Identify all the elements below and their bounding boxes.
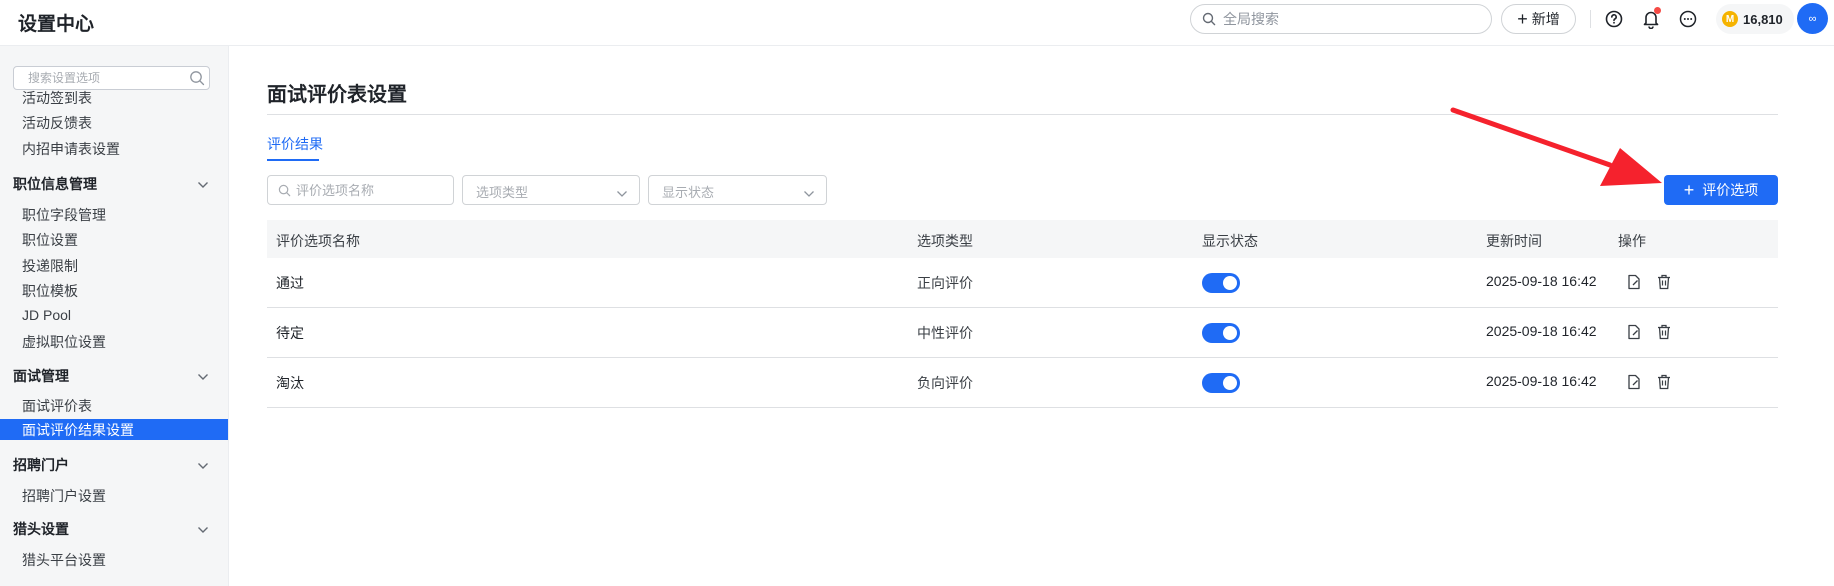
chevron-down-icon xyxy=(197,176,209,192)
column-header-type: 选项类型 xyxy=(917,233,973,249)
sidebar: 活动签到表 活动反馈表 内招申请表设置 职位信息管理 职位字段管理 职位设置 投… xyxy=(0,46,229,586)
sidebar-item-evaluation-result-settings[interactable]: 面试评价结果设置 xyxy=(0,419,228,440)
global-search-input[interactable] xyxy=(1223,9,1473,29)
option-type-placeholder: 选项类型 xyxy=(476,185,529,200)
more-icon[interactable] xyxy=(1676,7,1700,31)
sidebar-group-portal[interactable]: 招聘门户 xyxy=(13,455,209,475)
edit-icon[interactable] xyxy=(1624,372,1644,392)
search-icon xyxy=(1202,12,1216,29)
annotation-arrow-icon xyxy=(1450,107,1662,186)
page-title: 面试评价表设置 xyxy=(267,84,407,106)
top-bar: 设置中心 + 新增 M 16,810 ∞ xyxy=(0,0,1834,46)
display-toggle[interactable] xyxy=(1202,323,1240,343)
plus-icon: + xyxy=(1683,180,1695,200)
display-toggle[interactable] xyxy=(1202,373,1240,393)
sidebar-group-label: 招聘门户 xyxy=(13,457,69,473)
chevron-down-icon xyxy=(197,521,209,537)
sidebar-group-label: 面试管理 xyxy=(13,368,69,384)
display-status-select[interactable]: 显示状态 xyxy=(648,175,827,205)
new-button[interactable]: + 新增 xyxy=(1501,4,1576,34)
sidebar-item-portal-settings[interactable]: 招聘门户设置 xyxy=(22,486,106,506)
add-evaluation-option-button[interactable]: + 评价选项 xyxy=(1664,175,1778,205)
sidebar-item-headhunter-platform[interactable]: 猎头平台设置 xyxy=(22,550,106,570)
option-name: 待定 xyxy=(276,325,304,341)
table-row: 待定 中性评价 2025-09-18 16:42 xyxy=(267,308,1778,358)
notification-dot xyxy=(1654,7,1661,14)
avatar-logo: ∞ xyxy=(1808,12,1817,25)
option-type: 正向评价 xyxy=(917,275,973,291)
toolbar-divider xyxy=(1590,10,1591,28)
sidebar-group-label: 职位信息管理 xyxy=(13,176,97,192)
add-option-label: 评价选项 xyxy=(1702,182,1759,198)
app-title: 设置中心 xyxy=(18,14,95,35)
option-type-select[interactable]: 选项类型 xyxy=(462,175,640,205)
search-icon xyxy=(189,70,205,89)
updated-time: 2025-09-18 16:42 xyxy=(1486,273,1597,289)
help-icon[interactable] xyxy=(1602,7,1626,31)
column-header-status: 显示状态 xyxy=(1202,233,1258,249)
column-header-name: 评价选项名称 xyxy=(276,233,360,249)
chevron-down-icon xyxy=(616,185,628,201)
display-toggle[interactable] xyxy=(1202,273,1240,293)
toggle-knob xyxy=(1223,276,1237,290)
delete-icon[interactable] xyxy=(1654,372,1674,392)
updated-time: 2025-09-18 16:42 xyxy=(1486,323,1597,339)
updated-time: 2025-09-18 16:42 xyxy=(1486,373,1597,389)
coin-icon: M xyxy=(1722,11,1738,27)
sidebar-item-activity-feedback[interactable]: 活动反馈表 xyxy=(22,113,92,133)
option-name: 淘汰 xyxy=(276,375,304,391)
toggle-knob xyxy=(1223,376,1237,390)
table-header: 评价选项名称 选项类型 显示状态 更新时间 操作 xyxy=(267,220,1778,258)
table-row: 淘汰 负向评价 2025-09-18 16:42 xyxy=(267,358,1778,408)
sidebar-search-input[interactable] xyxy=(28,70,178,86)
delete-icon[interactable] xyxy=(1654,322,1674,342)
tab-evaluation-results[interactable]: 评价结果 xyxy=(267,134,323,154)
sidebar-item-internal-application[interactable]: 内招申请表设置 xyxy=(22,139,120,159)
sidebar-item-activity-checkin[interactable]: 活动签到表 xyxy=(22,88,92,108)
sidebar-item-jd-pool[interactable]: JD Pool xyxy=(22,307,71,323)
search-icon xyxy=(278,184,291,200)
sidebar-search[interactable] xyxy=(13,66,210,90)
avatar[interactable]: ∞ xyxy=(1797,3,1828,34)
column-header-actions: 操作 xyxy=(1618,233,1646,249)
notification-bell-icon[interactable] xyxy=(1639,7,1663,31)
table-row: 通过 正向评价 2025-09-18 16:42 xyxy=(267,258,1778,308)
column-header-updated: 更新时间 xyxy=(1486,233,1542,249)
global-search[interactable] xyxy=(1190,4,1492,34)
display-status-placeholder: 显示状态 xyxy=(662,185,715,200)
coin-balance[interactable]: M 16,810 xyxy=(1716,4,1794,34)
new-button-label: 新增 xyxy=(1531,11,1560,27)
chevron-down-icon xyxy=(803,185,815,201)
coin-amount: 16,810 xyxy=(1743,11,1783,27)
edit-icon[interactable] xyxy=(1624,322,1644,342)
sidebar-item-position-template[interactable]: 职位模板 xyxy=(22,281,78,301)
sidebar-item-delivery-limit[interactable]: 投递限制 xyxy=(22,256,78,276)
option-type: 负向评价 xyxy=(917,375,973,391)
sidebar-group-interview[interactable]: 面试管理 xyxy=(13,366,209,386)
sidebar-group-label: 猎头设置 xyxy=(13,521,69,537)
chevron-down-icon xyxy=(197,457,209,473)
edit-icon[interactable] xyxy=(1624,272,1644,292)
chevron-down-icon xyxy=(197,368,209,384)
sidebar-item-position-fields[interactable]: 职位字段管理 xyxy=(22,205,106,225)
option-name-filter[interactable] xyxy=(267,175,454,205)
tab-active-indicator xyxy=(267,159,319,161)
sidebar-group-headhunter[interactable]: 猎头设置 xyxy=(13,519,209,539)
sidebar-group-position[interactable]: 职位信息管理 xyxy=(13,174,209,194)
option-name-input[interactable] xyxy=(296,182,436,198)
delete-icon[interactable] xyxy=(1654,272,1674,292)
sidebar-item-label: 面试评价结果设置 xyxy=(22,422,134,438)
sidebar-item-position-settings[interactable]: 职位设置 xyxy=(22,230,78,250)
plus-icon: + xyxy=(1517,9,1528,29)
option-type: 中性评价 xyxy=(917,325,973,341)
option-name: 通过 xyxy=(276,275,304,291)
toggle-knob xyxy=(1223,326,1237,340)
sidebar-item-interview-evaluation[interactable]: 面试评价表 xyxy=(22,396,92,416)
sidebar-item-virtual-position[interactable]: 虚拟职位设置 xyxy=(22,332,106,352)
